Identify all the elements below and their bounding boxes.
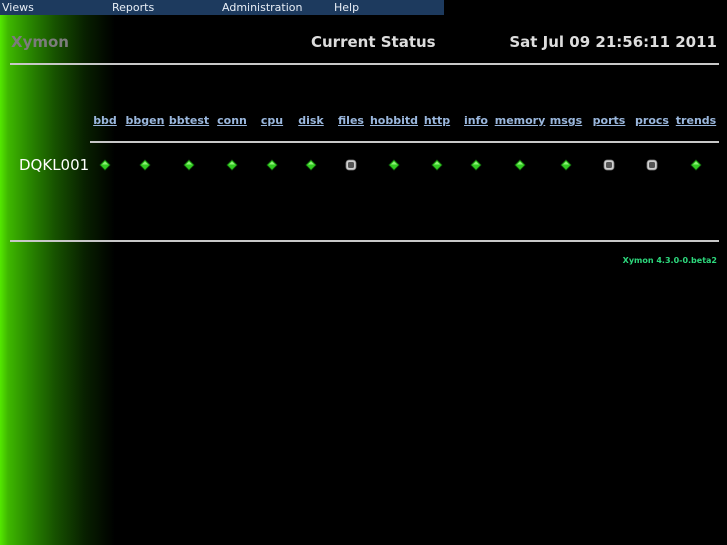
clear-status-icon[interactable]	[345, 156, 357, 171]
clear-status-icon[interactable]	[646, 156, 658, 171]
menu-views[interactable]: Views	[2, 0, 34, 15]
top-divider	[10, 63, 719, 65]
green-status-icon[interactable]	[139, 156, 151, 171]
menu-help[interactable]: Help	[334, 0, 359, 15]
column-header-bbtest[interactable]: bbtest	[169, 114, 209, 127]
column-header-divider	[90, 141, 719, 143]
host-name[interactable]: DQKL001	[19, 156, 89, 174]
green-status-icon[interactable]	[388, 156, 400, 171]
column-header-http[interactable]: http	[424, 114, 450, 127]
green-status-icon[interactable]	[305, 156, 317, 171]
green-status-icon[interactable]	[470, 156, 482, 171]
bottom-divider	[10, 240, 719, 242]
green-status-icon[interactable]	[560, 156, 572, 171]
column-header-files[interactable]: files	[338, 114, 364, 127]
page-title: Current Status	[311, 33, 436, 51]
column-header-disk[interactable]: disk	[298, 114, 324, 127]
green-status-icon[interactable]	[99, 156, 111, 171]
column-header-cpu[interactable]: cpu	[261, 114, 283, 127]
column-header-bbgen[interactable]: bbgen	[126, 114, 165, 127]
clear-status-icon[interactable]	[603, 156, 615, 171]
column-header-hobbitd[interactable]: hobbitd	[370, 114, 418, 127]
column-header-procs[interactable]: procs	[635, 114, 669, 127]
column-header-memory[interactable]: memory	[495, 114, 546, 127]
menu-administration[interactable]: Administration	[222, 0, 303, 15]
column-header-ports[interactable]: ports	[593, 114, 626, 127]
timestamp: Sat Jul 09 21:56:11 2011	[509, 33, 717, 51]
green-status-icon[interactable]	[226, 156, 238, 171]
menu-bar: Views Reports Administration Help	[0, 0, 444, 15]
menu-reports[interactable]: Reports	[112, 0, 154, 15]
column-header-info[interactable]: info	[464, 114, 488, 127]
green-status-icon[interactable]	[266, 156, 278, 171]
column-header-conn[interactable]: conn	[217, 114, 247, 127]
app-name: Xymon	[11, 33, 69, 51]
column-header-bbd[interactable]: bbd	[93, 114, 117, 127]
green-status-icon[interactable]	[690, 156, 702, 171]
column-header-trends[interactable]: trends	[676, 114, 716, 127]
version-label: Xymon 4.3.0-0.beta2	[622, 256, 717, 265]
green-status-icon[interactable]	[431, 156, 443, 171]
green-status-icon[interactable]	[514, 156, 526, 171]
green-status-icon[interactable]	[183, 156, 195, 171]
column-header-msgs[interactable]: msgs	[550, 114, 582, 127]
green-gradient-strip	[0, 0, 115, 545]
